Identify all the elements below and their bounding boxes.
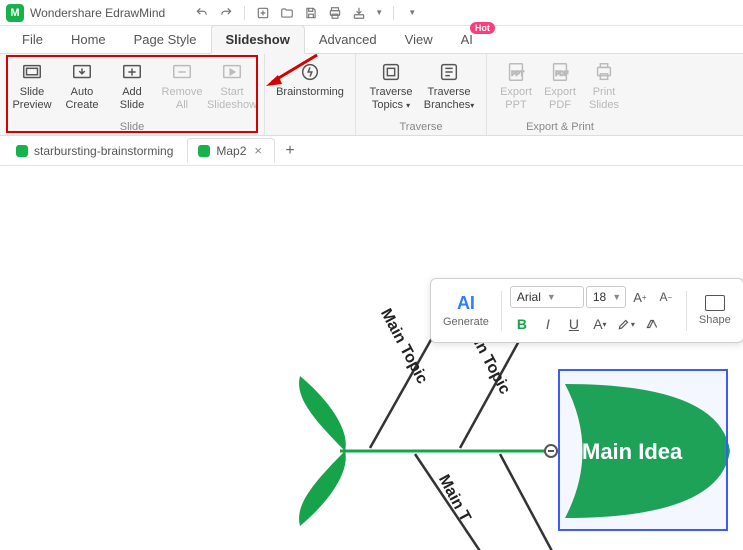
new-file-icon[interactable] [254,4,272,22]
doc-tabs: starbursting-brainstorming Map2 × + [0,136,743,166]
add-slide-icon [120,60,144,84]
font-family-select[interactable]: Arial▼ [510,286,584,308]
doc-icon [16,145,28,157]
menu-home[interactable]: Home [57,26,120,53]
svg-text:PPT: PPT [511,71,524,78]
ribbon-group-label: Traverse [400,121,443,133]
export-dropdown-icon[interactable]: ▼ [374,4,384,22]
close-tab-icon[interactable]: × [252,143,264,158]
remove-all-button: RemoveAll [158,58,206,113]
doc-icon [198,145,210,157]
doc-tab[interactable]: Map2 × [187,138,275,163]
traverse-branches-icon [437,60,461,84]
ribbon-group-label: Slide [120,121,144,133]
font-size-select[interactable]: 18▼ [586,286,626,308]
doc-tab-label: Map2 [216,144,246,158]
export-icon[interactable] [350,4,368,22]
add-slide-button[interactable]: AddSlide [108,58,156,113]
decrease-font-icon[interactable]: A− [654,285,678,309]
export-ppt-icon: PPT [504,60,528,84]
more-dropdown-icon[interactable]: ▼ [403,4,421,22]
clear-format-button[interactable] [640,312,664,336]
shape-icon [705,295,725,311]
main-idea-text[interactable]: Main Idea [582,439,682,465]
brainstorming-icon [298,60,322,84]
traverse-topics-icon [379,60,403,84]
doc-tab-label: starbursting-brainstorming [34,144,173,158]
ribbon-group-brainstorming: Brainstorming [265,54,356,135]
auto-create-icon [70,60,94,84]
start-slideshow-icon [220,60,244,84]
ribbon: SlidePreview AutoCreate AddSlide RemoveA… [0,54,743,136]
app-icon: M [6,4,24,22]
traverse-branches-button[interactable]: Traverse Branches▾ [420,58,478,113]
open-folder-icon[interactable] [278,4,296,22]
svg-text:PDF: PDF [555,71,568,78]
underline-button[interactable]: U [562,312,586,336]
menu-view[interactable]: View [391,26,447,53]
ribbon-group-slide: SlidePreview AutoCreate AddSlide RemoveA… [0,54,265,135]
print-slides-icon [592,60,616,84]
bold-button[interactable]: B [510,312,534,336]
slide-preview-button[interactable]: SlidePreview [8,58,56,113]
increase-font-icon[interactable]: A+ [628,285,652,309]
export-pdf-button: PDF ExportPDF [539,58,581,113]
menu-advanced[interactable]: Advanced [305,26,391,53]
menu-ai[interactable]: AI Hot [447,26,487,53]
menubar: File Home Page Style Slideshow Advanced … [0,26,743,54]
ribbon-group-label: Export & Print [526,121,594,133]
save-icon[interactable] [302,4,320,22]
undo-icon[interactable] [193,4,211,22]
highlight-button[interactable]: ▾ [614,312,638,336]
remove-all-icon [170,60,194,84]
brainstorming-button[interactable]: Brainstorming [273,58,347,101]
traverse-topics-button[interactable]: Traverse Topics ▾ [364,58,418,113]
titlebar: M Wondershare EdrawMind ▼ ▼ [0,0,743,26]
ribbon-group-export: PPT ExportPPT PDF ExportPDF PrintSlides … [487,54,633,135]
auto-create-button[interactable]: AutoCreate [58,58,106,113]
print-icon[interactable] [326,4,344,22]
ribbon-group-traverse: Traverse Topics ▾ Traverse Branches▾ Tra… [356,54,487,135]
font-color-button[interactable]: A▾ [588,312,612,336]
slide-preview-icon [20,60,44,84]
menu-ai-label: AI [461,32,473,47]
doc-tab[interactable]: starbursting-brainstorming [6,140,183,162]
redo-icon[interactable] [217,4,235,22]
ai-icon[interactable]: AI [457,293,475,314]
italic-button[interactable]: I [536,312,560,336]
collapse-handle[interactable] [544,444,558,458]
export-ppt-button: PPT ExportPPT [495,58,537,113]
menu-page-style[interactable]: Page Style [120,26,211,53]
menu-file[interactable]: File [8,26,57,53]
export-pdf-icon: PDF [548,60,572,84]
hot-badge: Hot [470,22,495,34]
canvas[interactable]: Main Topic in Topic Main T Main Topic Ma… [0,166,743,550]
print-slides-button: PrintSlides [583,58,625,113]
shape-button[interactable]: Shape [695,295,735,326]
floating-text-toolbar: AI Generate Arial▼ 18▼ A+ A− B I U A▾ [430,278,743,343]
add-tab-button[interactable]: + [279,140,301,162]
generate-label[interactable]: Generate [443,316,489,328]
start-slideshow-button: StartSlideshow [208,58,256,113]
app-title: Wondershare EdrawMind [30,6,165,20]
menu-slideshow[interactable]: Slideshow [211,25,305,54]
